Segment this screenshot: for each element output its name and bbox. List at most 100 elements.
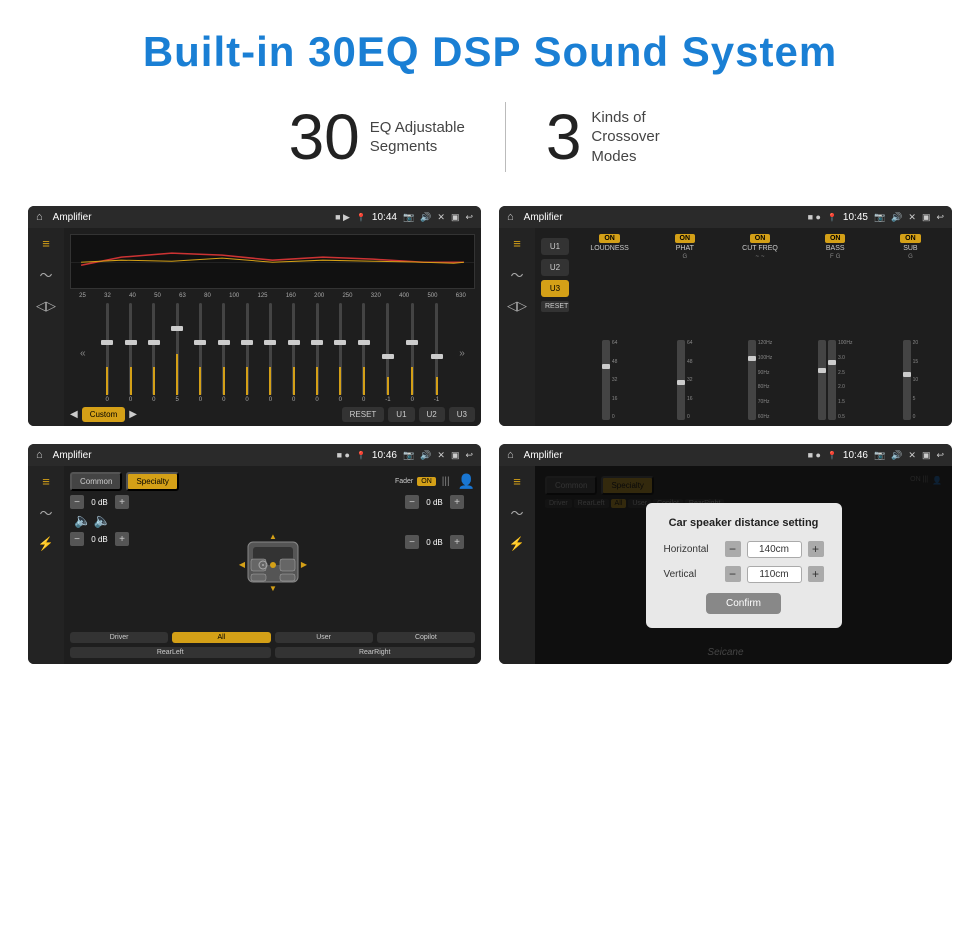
xover-reset-btn[interactable]: RESET — [541, 301, 569, 312]
home-icon-2[interactable]: ⌂ — [507, 211, 514, 223]
bluetooth-icon-4[interactable]: ⚡ — [509, 536, 525, 552]
bass-slider[interactable]: 100Hz3.02.52.01.50.5 — [818, 262, 852, 420]
eq-slider-10[interactable]: 0 — [339, 303, 342, 403]
confirm-button[interactable]: Confirm — [706, 593, 781, 614]
specialty-btn[interactable]: Specialty — [126, 472, 178, 491]
volume-sidebar-icon[interactable]: ◁▷ — [36, 298, 56, 314]
crossover-main: U1 U2 U3 RESET ON LOUDNESS 644832160 — [535, 228, 952, 426]
home-icon-1[interactable]: ⌂ — [36, 211, 43, 223]
eq-slider-5[interactable]: 0 — [222, 303, 225, 403]
xover-u3-btn[interactable]: U3 — [541, 280, 569, 297]
home-icon-3[interactable]: ⌂ — [36, 449, 43, 461]
custom-preset-btn[interactable]: Custom — [82, 407, 126, 422]
eq-slider-1[interactable]: 0 — [129, 303, 132, 403]
back-icon-3[interactable]: ↩ — [465, 450, 473, 461]
vol-fl-plus[interactable]: + — [115, 495, 129, 509]
xover-channel-loudness: ON LOUDNESS 644832160 — [574, 234, 645, 420]
x-icon-4[interactable]: ✕ — [908, 450, 916, 461]
vol-rr-plus[interactable]: + — [450, 535, 464, 549]
eq-slider-2[interactable]: 0 — [152, 303, 155, 403]
rearright-btn[interactable]: RearRight — [275, 647, 476, 658]
loudness-on-btn[interactable]: ON — [599, 234, 620, 243]
eq-slider-9[interactable]: 0 — [315, 303, 318, 403]
x-icon-2[interactable]: ✕ — [908, 212, 916, 223]
status-bar-4: ⌂ Amplifier ■ ● 📍 10:46 📷 🔊 ✕ ▣ ↩ — [499, 444, 952, 466]
back-icon-1[interactable]: ↩ — [465, 212, 473, 223]
cutfreq-on-btn[interactable]: ON — [750, 234, 771, 243]
contract-icon[interactable]: » — [459, 348, 465, 359]
all-btn[interactable]: All — [172, 632, 270, 643]
volume-sidebar-icon-2[interactable]: ◁▷ — [507, 298, 527, 314]
rearleft-btn[interactable]: RearLeft — [70, 647, 271, 658]
wave-icon[interactable]: 〜 — [39, 265, 52, 284]
eq-slider-6[interactable]: 0 — [245, 303, 248, 403]
u3-btn[interactable]: U3 — [449, 407, 475, 422]
horizontal-minus-btn[interactable]: − — [725, 541, 741, 557]
eq-slider-4[interactable]: 0 — [199, 303, 202, 403]
vol-rl-minus[interactable]: − — [70, 532, 84, 546]
eq-slider-3[interactable]: 5 — [175, 303, 178, 403]
eq-slider-13[interactable]: 0 — [411, 303, 414, 403]
horizontal-plus-btn[interactable]: + — [808, 541, 824, 557]
vol-rr-minus[interactable]: − — [405, 535, 419, 549]
eq-icon[interactable]: ≡ — [42, 236, 50, 251]
eq-slider-8[interactable]: 0 — [292, 303, 295, 403]
wave-icon-4[interactable]: 〜 — [510, 503, 523, 522]
xover-channel-cutfreq: ON CUT FREQ ~~ 120Hz100Hz90Hz80Hz70Hz60H… — [724, 234, 795, 420]
home-icon-4[interactable]: ⌂ — [507, 449, 514, 461]
eq-slider-14[interactable]: -1 — [434, 303, 439, 403]
window-icon-3[interactable]: ▣ — [451, 450, 460, 461]
x-icon-3[interactable]: ✕ — [437, 450, 445, 461]
eq-slider-0[interactable]: 0 — [106, 303, 109, 403]
car-svg: ▲ ▼ ◀ ▶ — [228, 517, 318, 607]
eq-slider-12[interactable]: -1 — [385, 303, 390, 403]
x-icon-1[interactable]: ✕ — [437, 212, 445, 223]
vertical-plus-btn[interactable]: + — [808, 566, 824, 582]
prev-btn[interactable]: ◀ — [70, 409, 78, 420]
eq-icon-4[interactable]: ≡ — [513, 474, 521, 489]
u2-btn[interactable]: U2 — [419, 407, 445, 422]
common-btn[interactable]: Common — [70, 472, 122, 491]
window-icon-2[interactable]: ▣ — [922, 212, 931, 223]
driver-btn[interactable]: Driver — [70, 632, 168, 643]
window-icon-1[interactable]: ▣ — [451, 212, 460, 223]
user-btn[interactable]: User — [275, 632, 373, 643]
fader-lines-icon: ||| — [442, 476, 450, 487]
vol-rl-plus[interactable]: + — [115, 532, 129, 546]
eq-slider-7[interactable]: 0 — [269, 303, 272, 403]
sub-on-btn[interactable]: ON — [900, 234, 921, 243]
back-icon-2[interactable]: ↩ — [936, 212, 944, 223]
loudness-slider[interactable]: 644832160 — [602, 254, 618, 420]
xover-u1-btn[interactable]: U1 — [541, 238, 569, 255]
vol-fr-minus[interactable]: − — [405, 495, 419, 509]
profile-icon[interactable]: 👤 — [458, 473, 475, 490]
stats-row: 30 EQ AdjustableSegments 3 Kinds ofCross… — [0, 92, 980, 196]
speaker-bottom-btns-2: RearLeft RearRight — [70, 647, 475, 658]
cutfreq-slider[interactable]: 120Hz100Hz90Hz80Hz70Hz60Hz — [748, 262, 772, 420]
expand-icon[interactable]: « — [80, 348, 86, 359]
phat-on-btn[interactable]: ON — [675, 234, 696, 243]
xover-channels: ON LOUDNESS 644832160 ON PHAT G — [574, 234, 946, 420]
eq-slider-11[interactable]: 0 — [362, 303, 365, 403]
reset-btn[interactable]: RESET — [342, 407, 385, 422]
u1-btn[interactable]: U1 — [388, 407, 414, 422]
copilot-btn[interactable]: Copilot — [377, 632, 475, 643]
eq-icon-2[interactable]: ≡ — [513, 236, 521, 251]
bluetooth-icon[interactable]: ⚡ — [38, 536, 54, 552]
vol-fl-minus[interactable]: − — [70, 495, 84, 509]
vertical-minus-btn[interactable]: − — [725, 566, 741, 582]
eq-icon-3[interactable]: ≡ — [42, 474, 50, 489]
phat-slider[interactable]: 644832160 — [677, 262, 693, 420]
wave-icon-3[interactable]: 〜 — [39, 503, 52, 522]
wave-icon-2[interactable]: 〜 — [510, 265, 523, 284]
volume-icon-2: 🔊 — [891, 212, 902, 223]
xover-u2-btn[interactable]: U2 — [541, 259, 569, 276]
speaker-top-btns: Common Specialty Fader ON ||| 👤 — [70, 472, 475, 491]
back-icon-4[interactable]: ↩ — [936, 450, 944, 461]
vol-fr-plus[interactable]: + — [450, 495, 464, 509]
next-btn[interactable]: ▶ — [129, 409, 137, 420]
window-icon-4[interactable]: ▣ — [922, 450, 931, 461]
time-4: 10:46 — [843, 450, 868, 461]
bass-on-btn[interactable]: ON — [825, 234, 846, 243]
sub-slider[interactable]: 20151050 — [903, 262, 919, 420]
